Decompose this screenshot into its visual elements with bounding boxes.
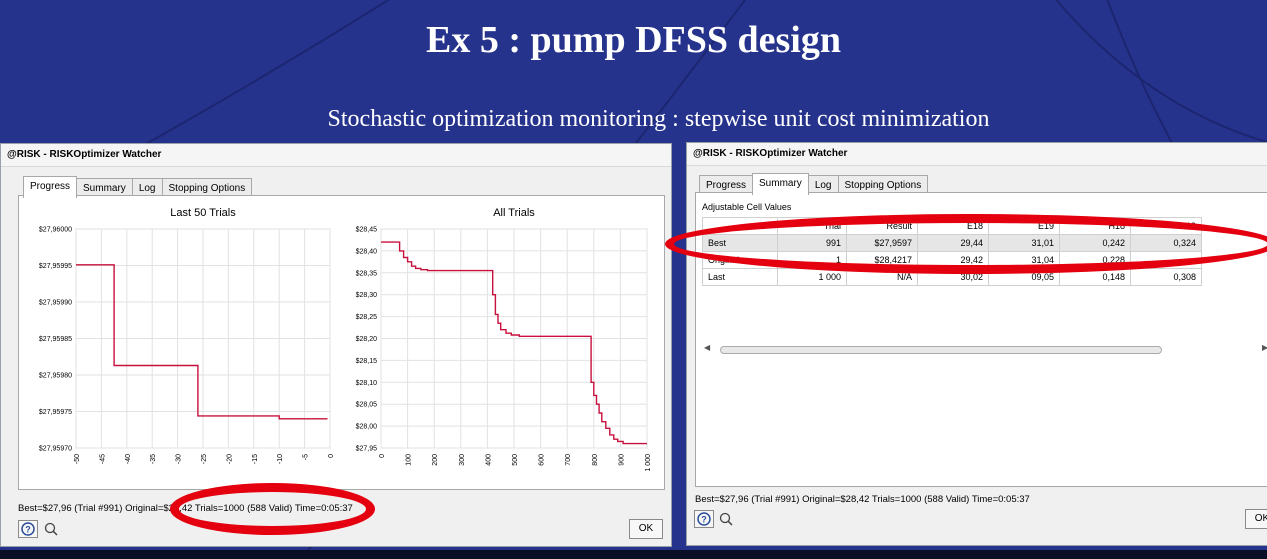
x-tick-label: 600 [539,454,546,466]
highlight-ellipse-table [665,214,1267,274]
zoom-button[interactable] [716,510,736,528]
x-tick-label: 1 000 [645,454,652,472]
x-tick-label: 900 [618,454,625,466]
x-tick-label: -20 [226,454,233,464]
svg-text:?: ? [25,525,31,535]
x-tick-label: -10 [277,454,284,464]
all-trials-chart: All Trials 0 100 200 300 400 500 600 700 800 900 1 … [343,203,653,481]
y-tick-label: $27,95995 [39,263,72,270]
left-watcher-window: @RISK - RISKOptimizer Watcher Progress S… [0,143,672,547]
last-50-trials-chart: Last 50 Trials -50 -45 -40 -35 -30 -25 -20 -15 -1… [28,203,336,481]
window-title: @RISK - RISKOptimizer Watcher [687,143,1267,166]
x-tick-label: 400 [485,454,492,466]
help-icon: ? [21,522,35,536]
x-tick-label: -40 [125,454,132,464]
y-tick-label: $28,05 [356,402,378,409]
x-tick-label: 200 [432,454,439,466]
right-watcher-window: @RISK - RISKOptimizer Watcher Progress S… [686,142,1267,546]
y-tick-label: $28,30 [356,292,378,299]
scrollbar-thumb[interactable] [720,346,1162,354]
help-button[interactable]: ? [694,510,714,528]
y-tick-label: $27,96000 [39,227,72,234]
y-tick-label: $28,25 [356,314,378,321]
x-tick-label: -5 [303,454,310,460]
x-tick-label: -25 [201,454,208,464]
y-tick-label: $28,15 [356,358,378,365]
y-tick-label: $28,35 [356,270,378,277]
highlight-ellipse-status [170,483,375,535]
help-button[interactable]: ? [18,520,38,538]
row-label: Last [702,268,778,286]
scroll-left-icon[interactable]: ◀ [704,343,710,352]
cell: 1 000 [777,268,847,286]
tab-progress[interactable]: Progress [23,176,78,198]
y-tick-label: $27,95970 [39,446,72,453]
x-tick-label: 300 [459,454,466,466]
x-tick-label: -15 [252,454,259,464]
scroll-right-icon[interactable]: ▶ [1262,343,1267,352]
cell: 0,308 [1130,268,1202,286]
zoom-button[interactable] [41,520,61,538]
y-tick-label: $27,95985 [39,336,72,343]
all-trials-svg: All Trials 0 100 200 300 400 500 600 700 800 900 1 … [356,207,652,472]
y-tick-label: $28,00 [356,424,378,431]
window-title: @RISK - RISKOptimizer Watcher [1,144,671,167]
y-tick-label: $28,20 [356,336,378,343]
help-icon: ? [697,512,711,526]
chart-title: Last 50 Trials [170,207,236,219]
ok-button[interactable]: OK [1245,509,1267,529]
x-tick-label: -45 [99,454,106,464]
x-tick-label: 0 [379,454,386,458]
x-tick-label: -50 [74,454,81,464]
x-tick-label: 700 [565,454,572,466]
svg-text:?: ? [701,515,707,525]
tab-summary[interactable]: Summary [752,173,809,195]
x-tick-label: -35 [150,454,157,464]
zoom-icon [719,512,733,526]
y-tick-label: $27,95980 [39,373,72,380]
horizontal-scrollbar[interactable]: ◀ ▶ [702,343,1267,355]
x-tick-label: 800 [592,454,599,466]
x-tick-label: 0 [328,454,335,458]
x-tick-label: 100 [406,454,413,466]
ok-button[interactable]: OK [629,519,663,539]
y-tick-label: $27,95975 [39,409,72,416]
y-tick-label: $27,95 [356,446,378,453]
x-tick-label: -30 [176,454,183,464]
chart-title: All Trials [493,207,535,219]
last-50-trials-svg: Last 50 Trials-50 -45 -40 -35 -30 -25 -20 -15 -1… [39,207,335,464]
bottom-bar [0,550,1267,559]
status-text: Best=$27,96 (Trial #991) Original=$28,42… [695,494,1030,505]
y-tick-label: $28,10 [356,380,378,387]
slide-title: Ex 5 : pump DFSS design [426,19,841,61]
y-tick-label: $28,45 [356,227,378,234]
x-tick-label: 500 [512,454,519,466]
slide-subtitle: Stochastic optimization monitoring : ste… [327,106,990,132]
zoom-icon [44,522,58,536]
section-label: Adjustable Cell Values [702,202,792,212]
y-tick-label: $28,40 [356,248,378,255]
y-tick-label: $27,95990 [39,300,72,307]
